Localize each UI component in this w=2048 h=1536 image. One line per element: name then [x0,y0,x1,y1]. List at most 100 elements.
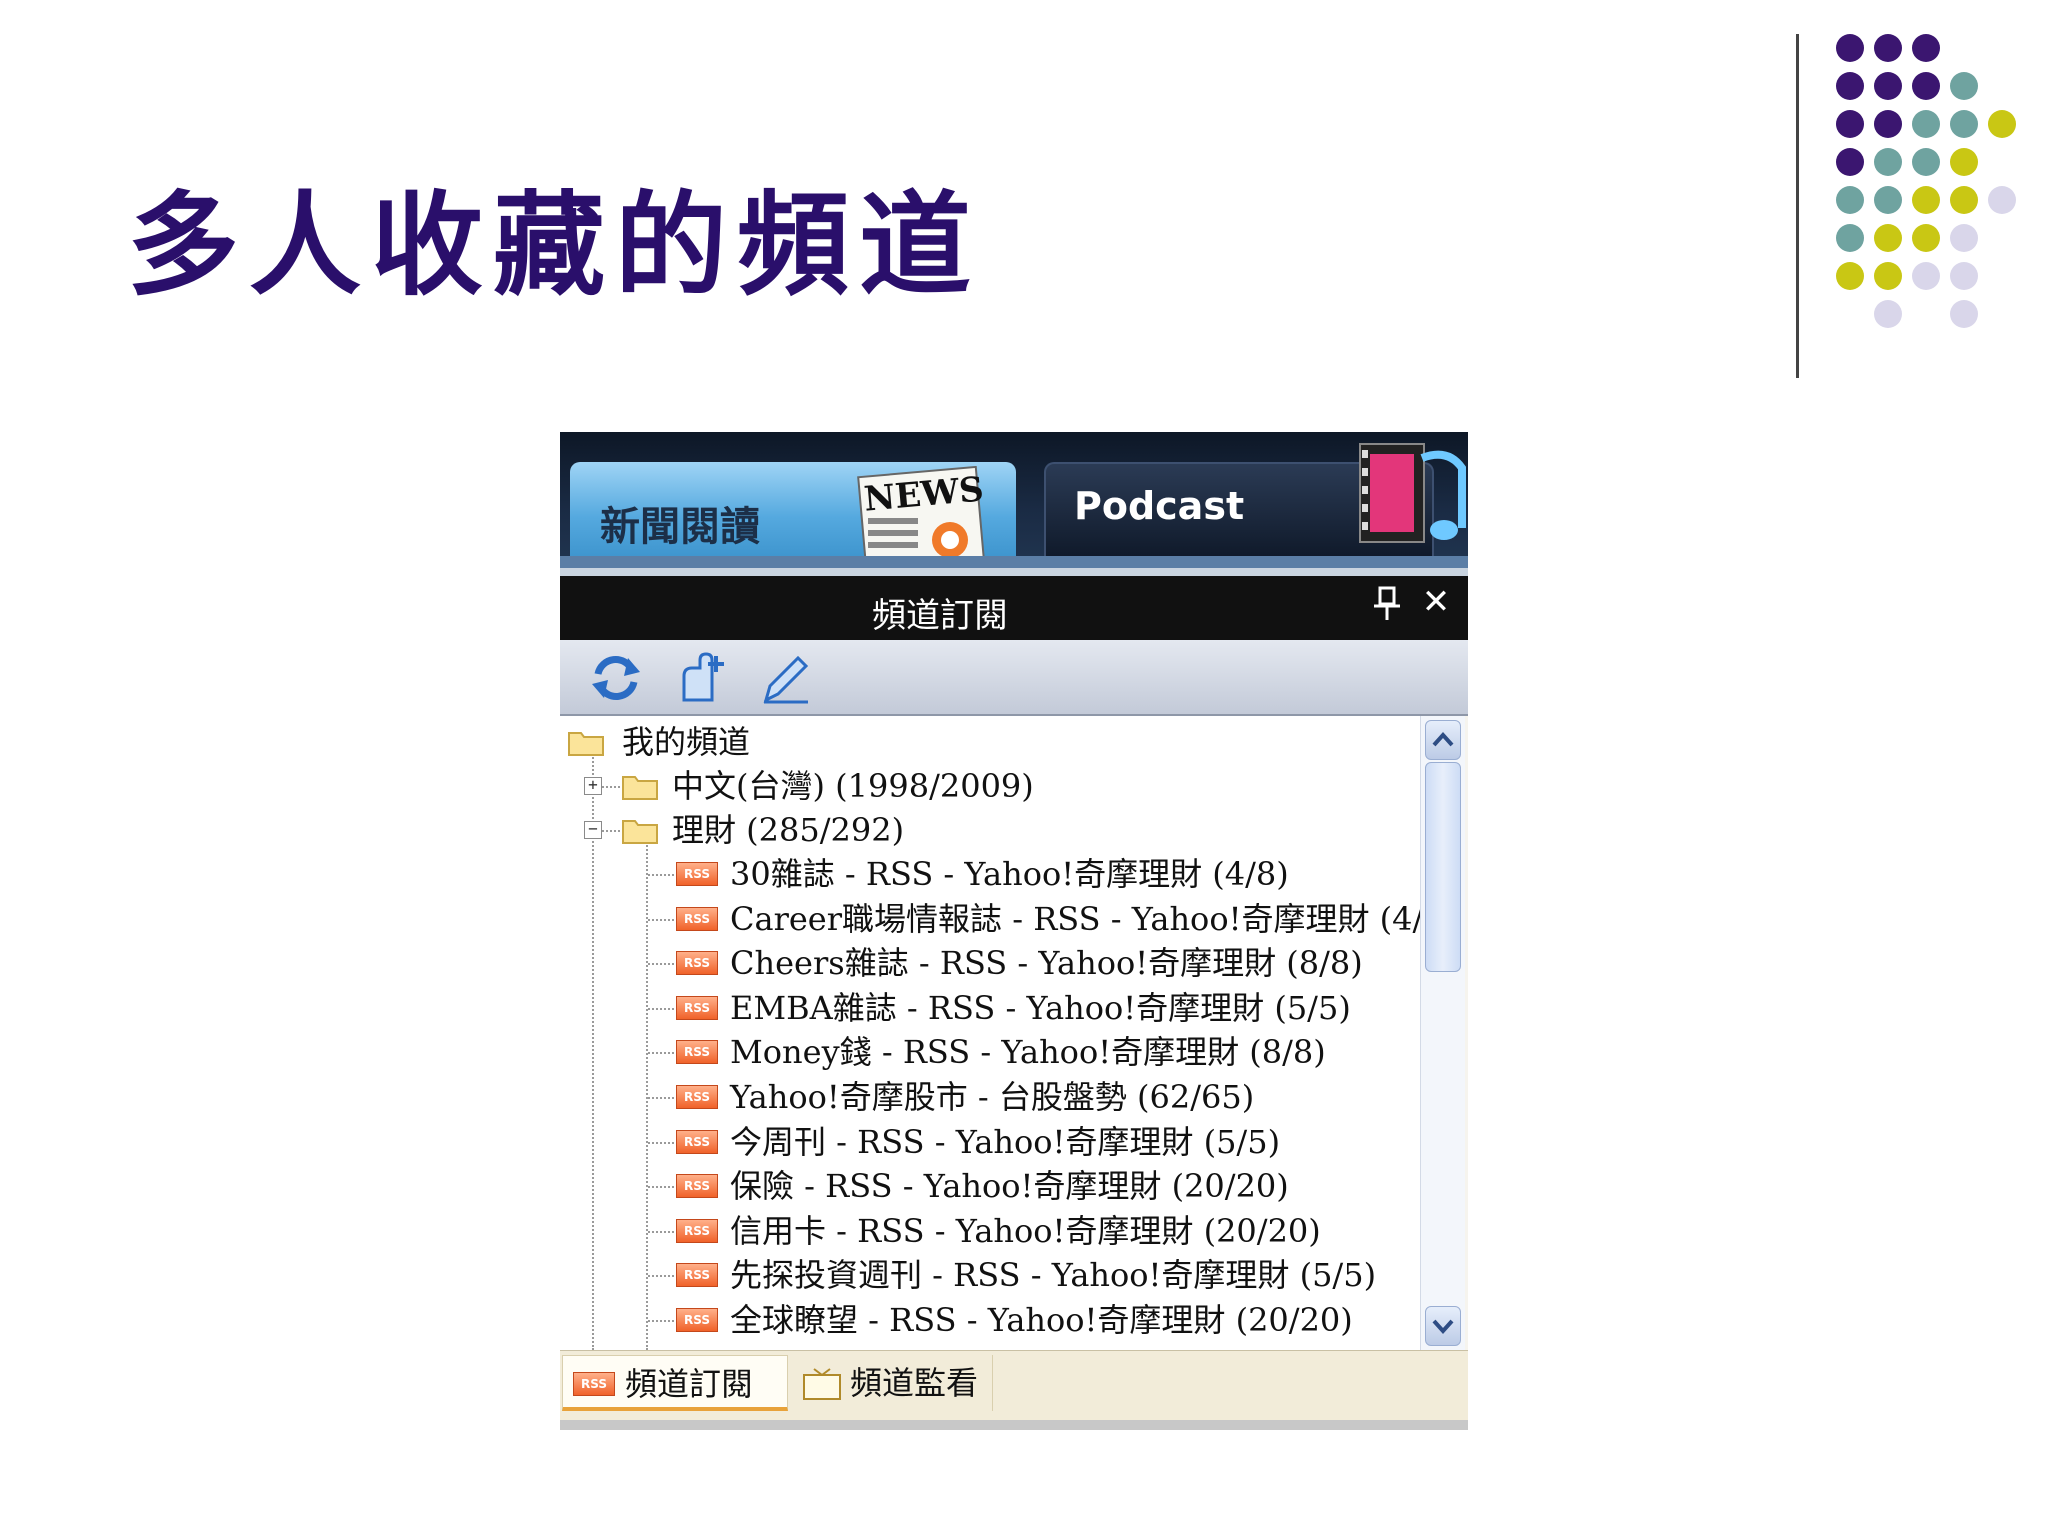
tree-folder-label: 理財 (285/292) [672,811,905,849]
rss-reader-window: 新聞閱讀 NEWS Podcast 頻道訂閱 ✕ 我的頻道 + 中文(台灣) (… [560,432,1468,1430]
feed-item[interactable]: RSS 保險 - RSS - Yahoo!奇摩理財 (20/20) [560,1164,1420,1208]
close-icon: ✕ [1421,582,1451,622]
decorative-dot [1874,148,1902,176]
rss-icon: RSS [676,1263,718,1288]
feed-item-label: Yahoo!奇摩股市 - 台股盤勢 (62/65) [730,1078,1255,1116]
decorative-dot [1912,72,1940,100]
rss-icon: RSS [676,862,718,886]
folder-open-icon [622,820,658,844]
decorative-dot [1912,224,1940,252]
rss-icon: RSS [676,1129,718,1154]
decorative-dot [1836,110,1864,138]
scroll-up-button[interactable] [1425,720,1461,760]
tab-bar-underline [560,556,1468,568]
refresh-icon[interactable] [588,650,644,706]
feed-item-label: EMBA雜誌 - RSS - Yahoo!奇摩理財 (5/5) [730,988,1351,1027]
feed-item[interactable]: RSS 信用卡 - RSS - Yahoo!奇摩理財 (20/20) [560,1209,1420,1253]
tab-channel-monitor[interactable]: 頻道監看 [792,1355,993,1411]
feed-item-label: Career職場情報誌 - RSS - Yahoo!奇摩理財 (4/4) [730,899,1420,938]
scroll-thumb[interactable] [1425,762,1461,972]
decorative-dot [1874,224,1902,252]
feed-item[interactable]: RSS 先探投資週刊 - RSS - Yahoo!奇摩理財 (5/5) [560,1253,1420,1297]
tree-root-label: 我的頻道 [622,723,751,761]
edit-icon[interactable] [758,650,814,706]
feed-item-label: 30雜誌 - RSS - Yahoo!奇摩理財 (4/8) [730,855,1289,893]
pin-icon [1374,586,1400,620]
decorative-dot [1912,110,1940,138]
feed-item[interactable]: RSS Money錢 - RSS - Yahoo!奇摩理財 (8/8) [560,1030,1420,1074]
rss-icon: RSS [676,995,718,1020]
decorative-dot [1950,300,1978,328]
feed-item[interactable]: RSS 今周刊 - RSS - Yahoo!奇摩理財 (5/5) [560,1120,1420,1164]
collapse-icon[interactable]: − [584,821,602,839]
rss-icon: RSS [676,1040,718,1065]
decorative-divider [1796,34,1799,378]
feed-item[interactable]: RSS Yahoo!奇摩股市 - 台股盤勢 (62/65) [560,1075,1420,1119]
decorative-dot [1988,186,2016,214]
decorative-dot [1912,186,1940,214]
feed-item[interactable]: RSS EMBA雜誌 - RSS - Yahoo!奇摩理財 (5/5) [560,986,1420,1030]
tree-connector [648,1186,674,1189]
expand-icon[interactable]: + [584,777,602,795]
tab-news-reading[interactable]: 新聞閱讀 NEWS [570,462,1016,570]
decorative-dot [1912,148,1940,176]
tab-channel-subscribe-label: 頻道訂閱 [625,1365,754,1403]
decorative-dot [1950,262,1978,290]
tree-connector [648,918,674,921]
tree-folder-label: 中文(台灣) (1998/2009) [672,767,1034,805]
decorative-dot [1836,186,1864,214]
decorative-dot [1874,110,1902,138]
newspaper-icon: NEWS [857,466,985,570]
feed-item-label: 今周刊 - RSS - Yahoo!奇摩理財 (5/5) [730,1122,1281,1161]
feed-item-label: 保險 - RSS - Yahoo!奇摩理財 (20/20) [730,1167,1289,1206]
decorative-dot [1836,148,1864,176]
decorative-dot [1988,110,2016,138]
panel-title: 頻道訂閱 [872,596,1008,636]
decorative-dot [1836,34,1864,62]
tree-connector [648,1320,674,1322]
feed-item-label: 先探投資週刊 - RSS - Yahoo!奇摩理財 (5/5) [730,1256,1377,1295]
pin-button[interactable] [1370,584,1406,624]
feed-item[interactable]: RSS Career職場情報誌 - RSS - Yahoo!奇摩理財 (4/4) [560,897,1420,941]
rss-icon: RSS [573,1372,615,1396]
decorative-dot [1836,72,1864,100]
decorative-dot [1874,300,1902,328]
tab-channel-subscribe[interactable]: RSS 頻道訂閱 [562,1355,788,1411]
rss-icon: RSS [676,1085,718,1109]
tree-folder-zh-tw[interactable]: + 中文(台灣) (1998/2009) [560,764,1420,808]
tree-connector [648,1230,674,1233]
rss-icon: RSS [676,1218,718,1243]
tree-connector [648,1275,674,1278]
tree-connector [648,963,674,966]
feed-item[interactable]: RSS Cheers雜誌 - RSS - Yahoo!奇摩理財 (8/8) [560,941,1420,985]
feed-item[interactable]: RSS 30雜誌 - RSS - Yahoo!奇摩理財 (4/8) [560,852,1420,896]
feed-item[interactable]: RSS 全球瞭望 - RSS - Yahoo!奇摩理財 (20/20) [560,1298,1420,1342]
tree-connector [648,874,674,876]
decorative-dot [1912,262,1940,290]
decorative-dot [1950,72,1978,100]
decorative-dot [1836,262,1864,290]
slide-title: 多人收藏的頻道 [127,181,981,311]
tab-podcast-label: Podcast [1074,484,1245,528]
folder-icon [622,776,658,800]
tree-connector [648,1141,674,1144]
decorative-dot [1912,34,1940,62]
close-panel-button[interactable]: ✕ [1416,582,1456,622]
feed-item-label: 信用卡 - RSS - Yahoo!奇摩理財 (20/20) [730,1211,1321,1250]
panel-separator [560,568,1468,576]
film-music-icon [1359,443,1466,543]
decorative-dot [1874,72,1902,100]
rss-icon: RSS [676,951,718,976]
chevron-up-icon [1432,732,1454,747]
decorative-dot [1836,224,1864,252]
tab-news-label: 新聞閱讀 [600,504,760,550]
tree-scrollbar[interactable] [1420,716,1465,1350]
add-channel-icon[interactable] [672,650,728,706]
tree-folder-finance[interactable]: − 理財 (285/292) [560,808,1420,852]
window-bottom-border [560,1420,1468,1430]
decorative-dot [1874,186,1902,214]
tree-connector [648,1097,674,1099]
tree-connector [602,830,620,832]
scroll-down-button[interactable] [1425,1306,1461,1346]
decorative-dot [1874,262,1902,290]
